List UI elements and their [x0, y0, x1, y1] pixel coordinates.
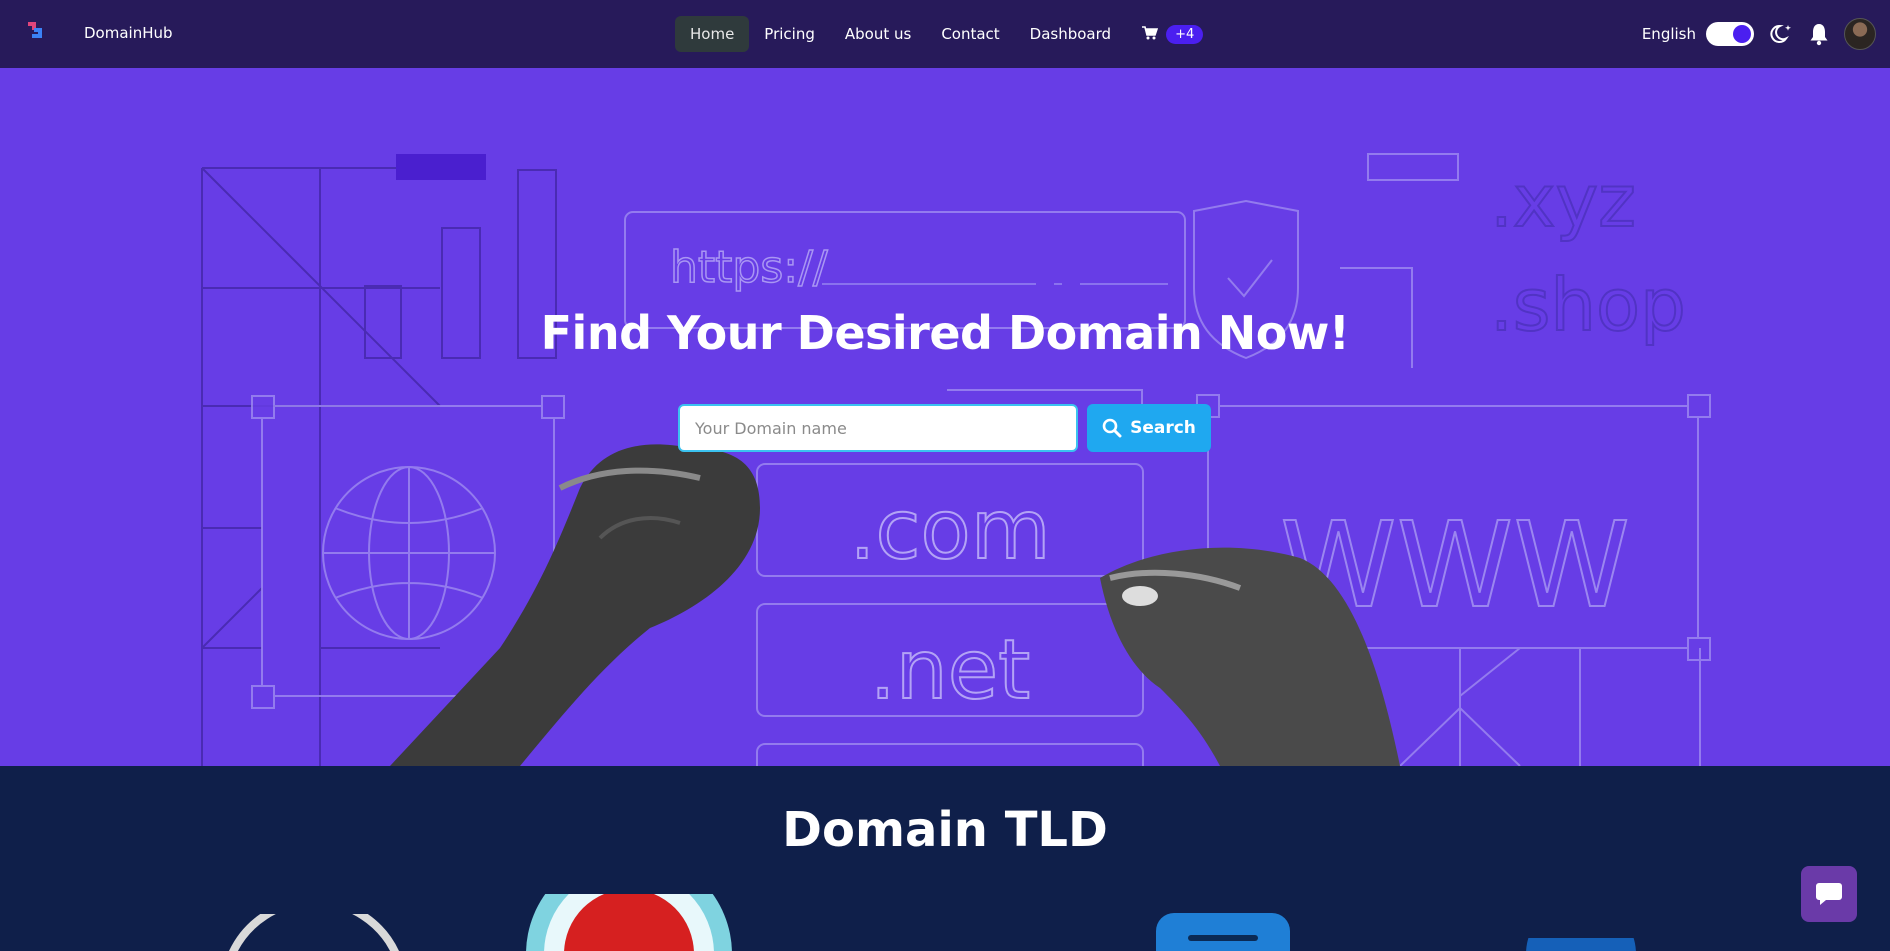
hand-left-illustration	[390, 444, 760, 766]
hero-title: Find Your Desired Domain Now!	[540, 306, 1350, 360]
brand[interactable]: DomainHub	[22, 18, 173, 44]
nav-item-home[interactable]: Home	[675, 16, 750, 52]
cart-button[interactable]: +4	[1142, 24, 1204, 44]
theme-toggle[interactable]	[1706, 22, 1754, 46]
brand-logo-icon[interactable]	[22, 18, 48, 44]
search-icon	[1102, 418, 1122, 438]
bell-icon[interactable]	[1806, 21, 1832, 47]
nav-item-dashboard[interactable]: Dashboard	[1015, 16, 1126, 52]
nav-item-about-us[interactable]: About us	[830, 16, 926, 52]
domain-tld-section: Domain TLD	[0, 766, 1890, 951]
tld-logo-3[interactable]	[1156, 913, 1290, 951]
top-navbar: DomainHub Home Pricing About us Contact …	[0, 0, 1890, 68]
search-button-label: Search	[1130, 418, 1196, 438]
svg-text:https://: https://	[670, 242, 828, 293]
svg-text:.net: .net	[870, 623, 1031, 718]
tld-logo-2[interactable]	[524, 894, 734, 951]
nav-item-pricing[interactable]: Pricing	[749, 16, 830, 52]
tld-logo-1[interactable]	[224, 914, 404, 951]
cart-count-badge: +4	[1166, 24, 1204, 44]
brand-name[interactable]: DomainHub	[84, 24, 173, 42]
moon-icon[interactable]	[1768, 21, 1794, 47]
nav-item-contact[interactable]: Contact	[926, 16, 1014, 52]
svg-text:.xyz: .xyz	[1490, 159, 1636, 243]
svg-text:.com: .com	[849, 483, 1050, 578]
domain-search-form: Search	[678, 404, 1211, 452]
search-button[interactable]: Search	[1087, 404, 1211, 452]
toggle-knob	[1733, 25, 1751, 43]
tld-logo-4[interactable]	[1526, 938, 1636, 951]
cart-icon	[1142, 25, 1159, 44]
chat-widget-button[interactable]	[1801, 866, 1857, 922]
section-title: Domain TLD	[782, 802, 1108, 858]
chat-icon	[1816, 883, 1842, 905]
hero-section: https:// .com .net WWW .xyz .shop Find Y…	[0, 68, 1890, 766]
domain-search-input[interactable]	[678, 404, 1078, 452]
navbar-tools: English	[1642, 18, 1876, 50]
user-avatar[interactable]	[1844, 18, 1876, 50]
language-selector[interactable]: English	[1642, 25, 1696, 43]
main-nav: Home Pricing About us Contact Dashboard …	[675, 16, 1204, 52]
